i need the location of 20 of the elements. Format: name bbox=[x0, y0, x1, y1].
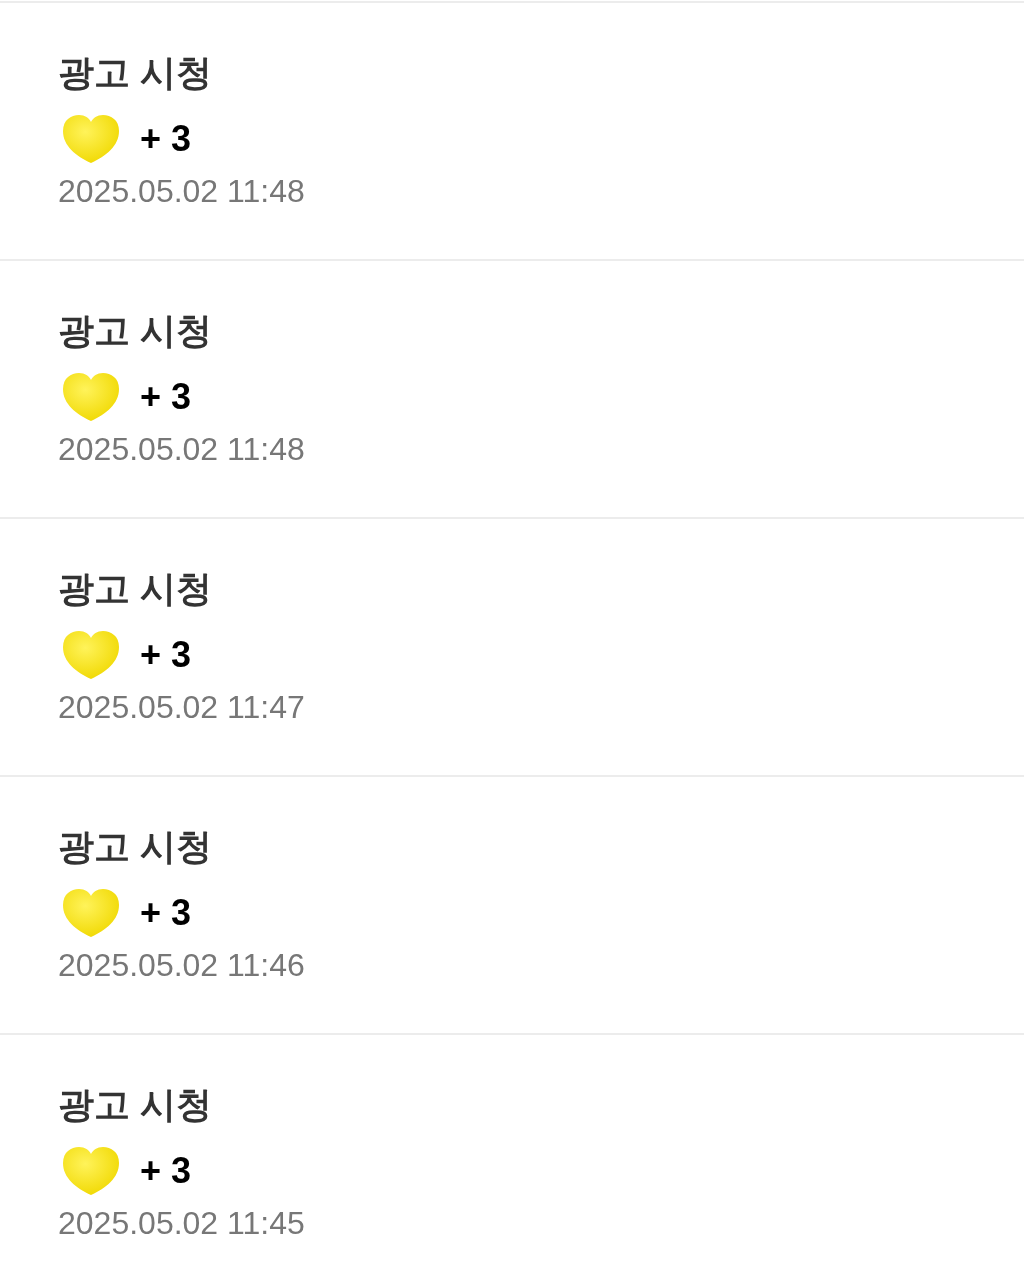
history-title: 광고 시청 bbox=[58, 51, 212, 95]
history-time: 2025.05.02 11:45 bbox=[58, 1204, 305, 1243]
heart-icon bbox=[62, 1146, 120, 1196]
history-time: 2025.05.02 11:47 bbox=[58, 688, 305, 727]
points-amount: + 3 bbox=[140, 375, 192, 419]
history-time: 2025.05.02 11:46 bbox=[58, 946, 305, 985]
history-title: 광고 시청 bbox=[58, 567, 212, 611]
points-amount: + 3 bbox=[140, 1149, 192, 1193]
history-time: 2025.05.02 11:48 bbox=[58, 172, 305, 211]
history-time: 2025.05.02 11:48 bbox=[58, 430, 305, 469]
history-title: 광고 시청 bbox=[58, 309, 212, 353]
heart-icon bbox=[62, 888, 120, 938]
heart-icon bbox=[62, 372, 120, 422]
heart-icon bbox=[62, 114, 120, 164]
history-title: 광고 시청 bbox=[58, 1083, 212, 1127]
points-amount: + 3 bbox=[140, 117, 192, 161]
heart-icon bbox=[62, 630, 120, 680]
history-title: 광고 시청 bbox=[58, 825, 212, 869]
points-amount: + 3 bbox=[140, 891, 192, 935]
points-amount: + 3 bbox=[140, 633, 192, 677]
